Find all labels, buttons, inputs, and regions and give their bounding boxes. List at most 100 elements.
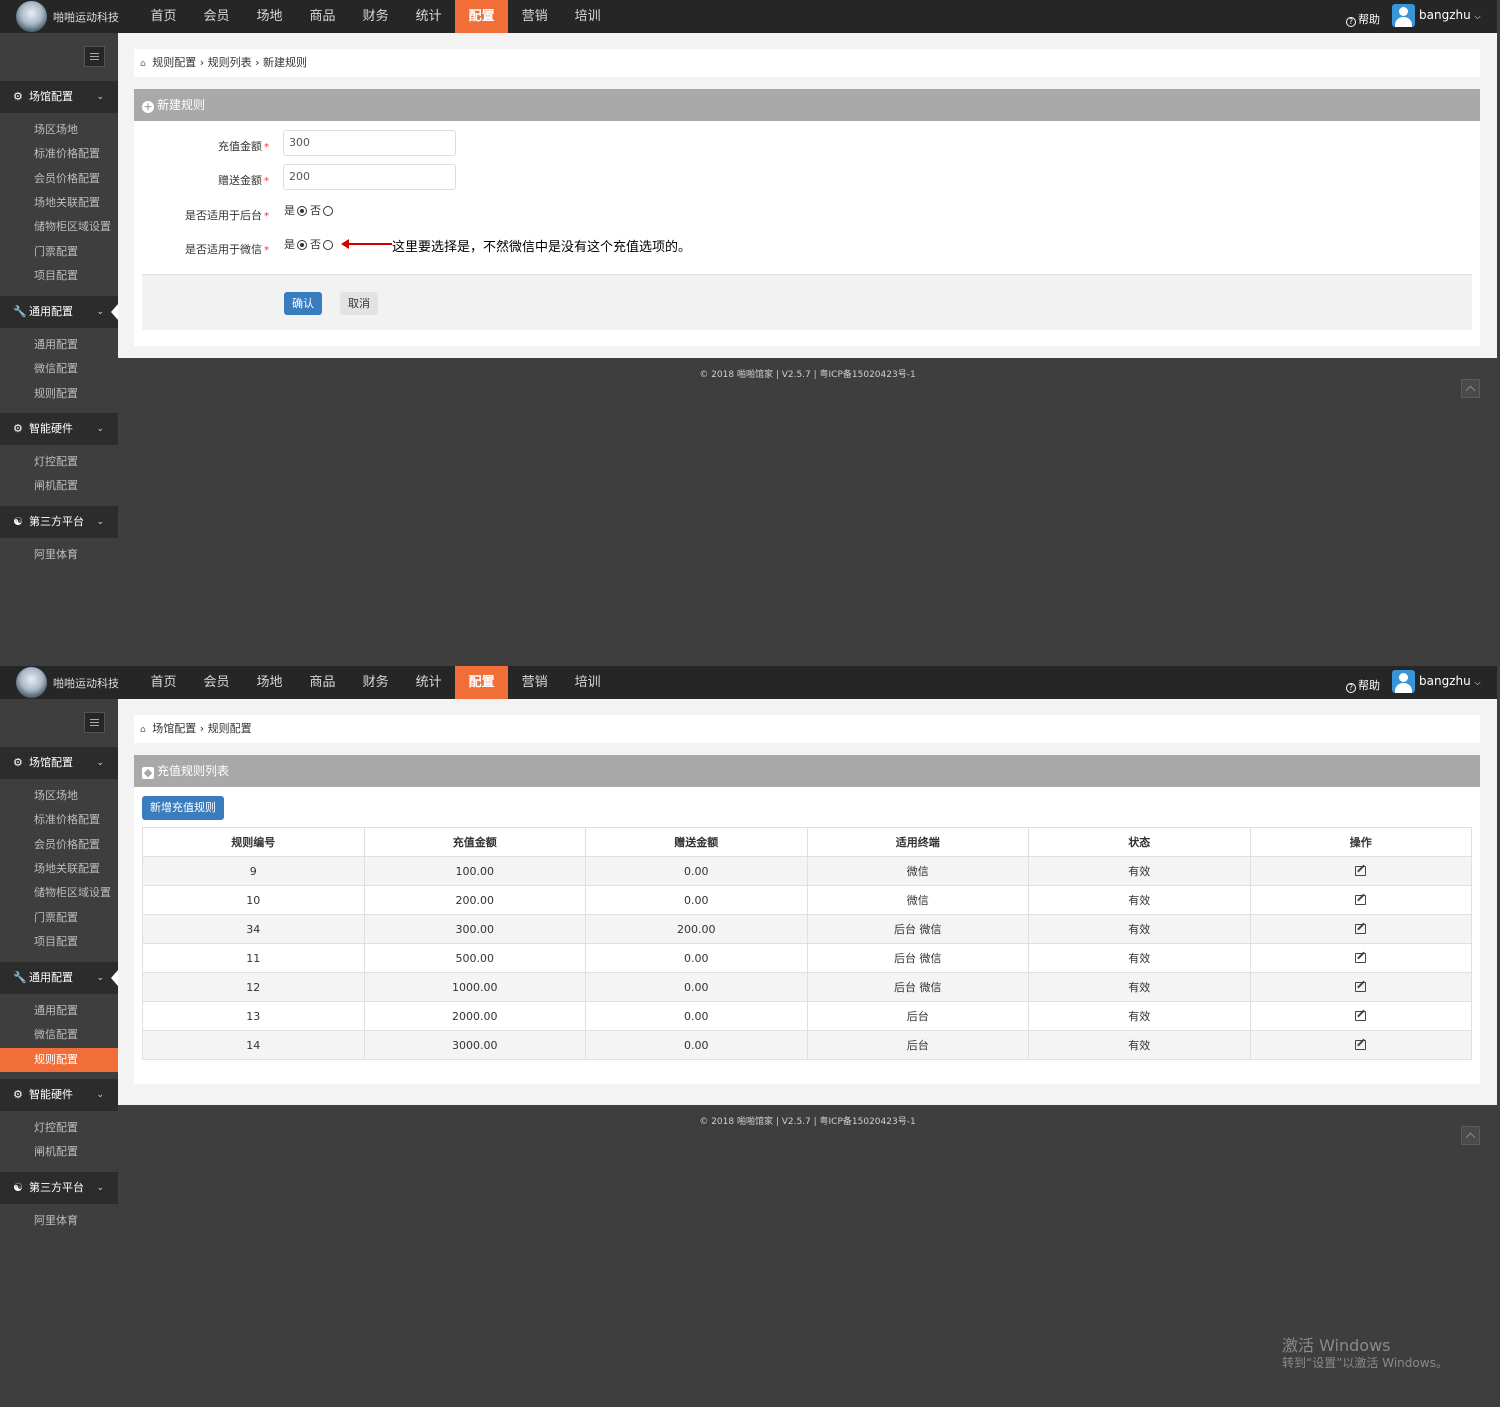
nav-finance[interactable]: 财务 (349, 666, 402, 699)
nav-member[interactable]: 会员 (190, 0, 243, 33)
breadcrumb: ⌂ 场馆配置 › 规则配置 (134, 715, 1480, 743)
help-link[interactable]: ? 帮助 (1346, 677, 1380, 693)
nav-finance[interactable]: 财务 (349, 0, 402, 33)
recharge-input[interactable]: 300 (283, 130, 456, 156)
sidebar-item[interactable]: 通用配置 (0, 333, 118, 357)
main-content: ⌂ 场馆配置 › 规则配置 ◆ 充值规则列表 新增充值规则 规则编号 充值金额 赠… (118, 699, 1497, 1105)
wechat-yes-radio[interactable] (297, 240, 307, 250)
nav-config[interactable]: 配置 (455, 0, 509, 33)
edit-icon[interactable] (1355, 981, 1367, 992)
sidebar-item[interactable]: 灯控配置 (0, 1116, 118, 1140)
plus-circle-icon: + (142, 100, 154, 113)
nav-home[interactable]: 首页 (137, 666, 190, 699)
sidebar-item[interactable]: 会员价格配置 (0, 833, 118, 857)
sidebar-group-general[interactable]: 🔧 通用配置 ⌄ (0, 962, 118, 994)
cog-icon: ⚙ (13, 1088, 23, 1101)
sidebar-item[interactable]: 闸机配置 (0, 1140, 118, 1164)
sidebar-item[interactable]: 灯控配置 (0, 450, 118, 474)
nav-goods[interactable]: 商品 (296, 666, 349, 699)
nav-home[interactable]: 首页 (137, 0, 190, 33)
nav-venue[interactable]: 场地 (243, 666, 296, 699)
nav-venue[interactable]: 场地 (243, 0, 296, 33)
sidebar-group-hardware[interactable]: ⚙ 智能硬件 ⌄ (0, 1079, 118, 1111)
user-avatar-icon[interactable] (1392, 4, 1415, 27)
sidebar-item[interactable]: 场地关联配置 (0, 857, 118, 881)
column-header: 操作 (1249, 827, 1472, 857)
confirm-button[interactable]: 确认 (284, 292, 322, 315)
sidebar-item[interactable]: 微信配置 (0, 357, 118, 381)
edit-icon[interactable] (1355, 865, 1367, 876)
table-cell: 后台 微信 (806, 914, 1029, 944)
sidebar-group-hardware[interactable]: ⚙ 智能硬件 ⌄ (0, 413, 118, 445)
bonus-input[interactable]: 200 (283, 164, 456, 190)
sidebar-item[interactable]: 会员价格配置 (0, 167, 118, 191)
sidebar-item[interactable]: 阿里体育 (0, 1209, 118, 1233)
sidebar-item[interactable]: 闸机配置 (0, 474, 118, 498)
cancel-button[interactable]: 取消 (340, 292, 378, 315)
table-row: 10 200.00 0.00 微信 有效 (142, 885, 1472, 915)
edit-icon[interactable] (1355, 1039, 1367, 1050)
table-cell: 微信 (806, 885, 1029, 915)
windows-watermark-title: 激活 Windows (1282, 1336, 1391, 1355)
user-menu[interactable]: bangzhu ⌵ (1419, 8, 1481, 22)
edit-icon[interactable] (1355, 1010, 1367, 1021)
nav-goods[interactable]: 商品 (296, 0, 349, 33)
table-cell-actions (1249, 943, 1472, 973)
backend-yes-radio[interactable] (297, 206, 307, 216)
table-row: 12 1000.00 0.00 后台 微信 有效 (142, 972, 1472, 1002)
sidebar-item[interactable]: 场地关联配置 (0, 191, 118, 215)
sidebar-item[interactable]: 门票配置 (0, 906, 118, 930)
sidebar-item[interactable]: 场区场地 (0, 118, 118, 142)
nav-marketing[interactable]: 营销 (508, 666, 561, 699)
wechat-no-radio[interactable] (323, 240, 333, 250)
top-navbar: 啪啪运动科技 首页 会员 场地 商品 财务 统计 配置 营销 培训 ? 帮助 ba… (0, 0, 1497, 33)
sidebar-item[interactable]: 场区场地 (0, 784, 118, 808)
nav-stats[interactable]: 统计 (402, 0, 455, 33)
backend-label: 是否适用于后台 * (185, 209, 269, 222)
red-arrow-line (348, 243, 392, 245)
question-icon: ? (1346, 17, 1356, 27)
help-link[interactable]: ? 帮助 (1346, 11, 1380, 27)
back-to-top-icon[interactable] (1461, 1126, 1480, 1145)
sidebar-group-third-party[interactable]: ☯ 第三方平台 ⌄ (0, 506, 118, 538)
edit-icon[interactable] (1355, 952, 1367, 963)
gears-icon: ⚙ (13, 756, 23, 769)
backend-no-radio[interactable] (323, 206, 333, 216)
back-to-top-icon[interactable] (1461, 379, 1480, 398)
question-icon: ? (1346, 683, 1356, 693)
sidebar-item[interactable]: 规则配置 (0, 382, 118, 406)
table-cell: 12 (142, 972, 365, 1002)
nav-member[interactable]: 会员 (190, 666, 243, 699)
nav-stats[interactable]: 统计 (402, 666, 455, 699)
sidebar-item[interactable]: 标准价格配置 (0, 808, 118, 832)
menu-toggle-icon[interactable] (84, 712, 105, 733)
add-recharge-rule-button[interactable]: 新增充值规则 (142, 796, 224, 820)
sidebar-item[interactable]: 门票配置 (0, 240, 118, 264)
sidebar-item[interactable]: 阿里体育 (0, 543, 118, 567)
annotation-text: 这里要选择是，不然微信中是没有这个充值选项的。 (392, 240, 692, 255)
nav-marketing[interactable]: 营销 (508, 0, 561, 33)
nav-config[interactable]: 配置 (455, 666, 509, 699)
sidebar-item-active[interactable]: 规则配置 (0, 1048, 118, 1072)
new-rule-box: + 新建规则 充值金额 * 300 赠送金额 * 200 是否适用于后台 * 是否 是否… (134, 89, 1480, 346)
sidebar-item[interactable]: 通用配置 (0, 999, 118, 1023)
sidebar-item[interactable]: 储物柜区域设置 (0, 215, 118, 239)
edit-icon[interactable] (1355, 923, 1367, 934)
sidebar-item[interactable]: 储物柜区域设置 (0, 881, 118, 905)
nav-training[interactable]: 培训 (561, 666, 614, 699)
nav-training[interactable]: 培训 (561, 0, 614, 33)
user-menu[interactable]: bangzhu ⌵ (1419, 674, 1481, 688)
sidebar-item[interactable]: 项目配置 (0, 930, 118, 954)
sidebar-group-general[interactable]: 🔧 通用配置 ⌄ (0, 296, 118, 328)
sidebar-item[interactable]: 项目配置 (0, 264, 118, 288)
sidebar-item[interactable]: 标准价格配置 (0, 142, 118, 166)
user-avatar-icon[interactable] (1392, 670, 1415, 693)
sidebar-group-venue[interactable]: ⚙ 场馆配置 ⌄ (0, 81, 118, 113)
sidebar-item[interactable]: 微信配置 (0, 1023, 118, 1047)
menu-toggle-icon[interactable] (84, 46, 105, 67)
main-nav: 首页 会员 场地 商品 财务 统计 配置 营销 培训 (137, 666, 614, 699)
sidebar-group-venue[interactable]: ⚙ 场馆配置 ⌄ (0, 747, 118, 779)
edit-icon[interactable] (1355, 894, 1367, 905)
table-cell: 200.00 (363, 885, 586, 915)
sidebar-group-third-party[interactable]: ☯ 第三方平台 ⌄ (0, 1172, 118, 1204)
